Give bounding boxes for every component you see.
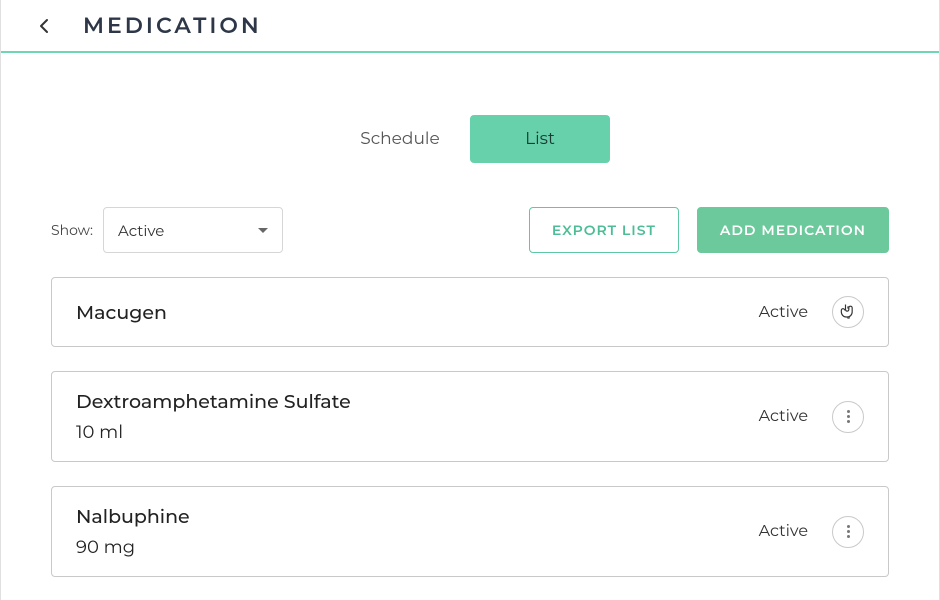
medication-dose: 90 mg	[76, 536, 759, 558]
medication-info: Dextroamphetamine Sulfate 10 ml	[76, 390, 759, 443]
tab-list[interactable]: List	[470, 115, 610, 163]
medication-menu-button[interactable]	[832, 516, 864, 548]
medication-card[interactable]: Dextroamphetamine Sulfate 10 ml Active	[51, 371, 889, 462]
medication-status: Active	[759, 303, 808, 322]
show-filter-value: Active	[118, 221, 164, 240]
content-area: Schedule List Show: Active EXPORT LIST A…	[1, 53, 939, 600]
more-vertical-icon	[847, 525, 850, 538]
tab-schedule[interactable]: Schedule	[330, 115, 470, 163]
caret-down-icon	[258, 228, 268, 233]
medication-status: Active	[759, 407, 808, 426]
add-medication-button[interactable]: ADD MEDICATION	[697, 207, 889, 253]
more-vertical-icon	[847, 410, 850, 423]
medication-info: Macugen	[76, 301, 759, 324]
show-filter-select[interactable]: Active	[103, 207, 283, 253]
action-bar: Show: Active EXPORT LIST ADD MEDICATION	[51, 207, 889, 253]
medication-name: Dextroamphetamine Sulfate	[76, 390, 759, 413]
medication-name: Macugen	[76, 301, 759, 324]
medication-name: Nalbuphine	[76, 505, 759, 528]
medication-menu-button[interactable]	[832, 296, 864, 328]
medication-dose: 10 ml	[76, 421, 759, 443]
tabs: Schedule List	[51, 115, 889, 163]
page-header: MEDICATION	[1, 0, 939, 53]
medication-status: Active	[759, 522, 808, 541]
medication-card[interactable]: Macugen Active	[51, 277, 889, 347]
medication-card[interactable]: Nalbuphine 90 mg Active	[51, 486, 889, 577]
chevron-left-icon	[39, 18, 49, 34]
page-title: MEDICATION	[83, 12, 262, 39]
medication-menu-button[interactable]	[832, 401, 864, 433]
back-button[interactable]	[39, 18, 49, 34]
medication-info: Nalbuphine 90 mg	[76, 505, 759, 558]
show-label: Show:	[51, 221, 93, 239]
more-vertical-icon	[847, 306, 850, 319]
export-list-button[interactable]: EXPORT LIST	[529, 207, 679, 253]
